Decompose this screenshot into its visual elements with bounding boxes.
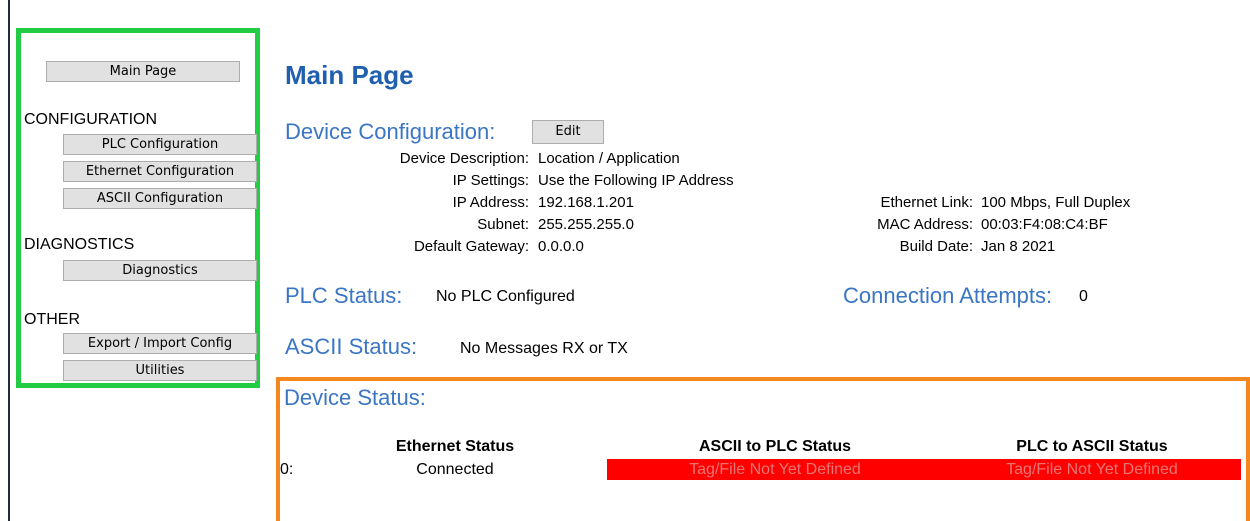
left-divider	[8, 0, 10, 521]
other-heading: OTHER	[24, 311, 80, 328]
status-row-index: 0:	[280, 461, 294, 478]
page-title: Main Page	[285, 60, 414, 90]
mac-address-value: 00:03:F4:08:C4:BF	[981, 216, 1108, 233]
ascii-status-heading: ASCII Status:	[285, 334, 418, 359]
ascii-to-plc-column-header: ASCII to PLC Status	[698, 438, 851, 455]
diagnostics-heading: DIAGNOSTICS	[24, 236, 135, 253]
ethernet-status-column-header: Ethernet Status	[395, 438, 515, 455]
edit-button[interactable]: Edit	[532, 120, 604, 144]
plc-status-heading: PLC Status:	[285, 283, 403, 308]
subnet-value: 255.255.255.0	[538, 216, 634, 233]
device-configuration-heading: Device Configuration:	[285, 119, 496, 144]
ascii-to-plc-status-cell: Tag/File Not Yet Defined	[607, 459, 943, 480]
ip-address-label: IP Address:	[452, 194, 529, 211]
ascii-configuration-button[interactable]: ASCII Configuration	[63, 188, 257, 209]
ip-settings-label: IP Settings:	[452, 172, 529, 189]
ethernet-link-value: 100 Mbps, Full Duplex	[981, 194, 1131, 211]
plc-configuration-button[interactable]: PLC Configuration	[63, 134, 257, 155]
plc-status-value: No PLC Configured	[436, 288, 575, 305]
device-description-label: Device Description:	[399, 150, 529, 167]
connection-attempts-value: 0	[1079, 288, 1088, 305]
default-gateway-value: 0.0.0.0	[538, 238, 584, 255]
mac-address-label: MAC Address:	[877, 216, 973, 233]
ip-settings-value: Use the Following IP Address	[538, 172, 734, 189]
connection-attempts-heading: Connection Attempts:	[843, 283, 1053, 308]
main-page-button[interactable]: Main Page	[46, 61, 240, 82]
utilities-button[interactable]: Utilities	[63, 360, 257, 381]
subnet-label: Subnet:	[477, 216, 529, 233]
device-description-value: Location / Application	[538, 150, 680, 167]
build-date-label: Build Date:	[899, 238, 973, 255]
configuration-heading: CONFIGURATION	[24, 111, 158, 128]
ethernet-status-cell: Connected	[416, 461, 494, 478]
ascii-status-value: No Messages RX or TX	[460, 340, 628, 357]
plc-to-ascii-status-cell: Tag/File Not Yet Defined	[943, 459, 1241, 480]
default-gateway-label: Default Gateway:	[413, 238, 529, 255]
ip-address-value: 192.168.1.201	[538, 194, 634, 211]
plc-to-ascii-column-header: PLC to ASCII Status	[1016, 438, 1168, 455]
ethernet-configuration-button[interactable]: Ethernet Configuration	[63, 161, 257, 182]
build-date-value: Jan 8 2021	[981, 238, 1056, 255]
diagnostics-button[interactable]: Diagnostics	[63, 260, 257, 281]
ethernet-link-label: Ethernet Link:	[880, 194, 973, 211]
export-import-config-button[interactable]: Export / Import Config	[63, 333, 257, 354]
device-status-heading: Device Status:	[284, 385, 426, 410]
